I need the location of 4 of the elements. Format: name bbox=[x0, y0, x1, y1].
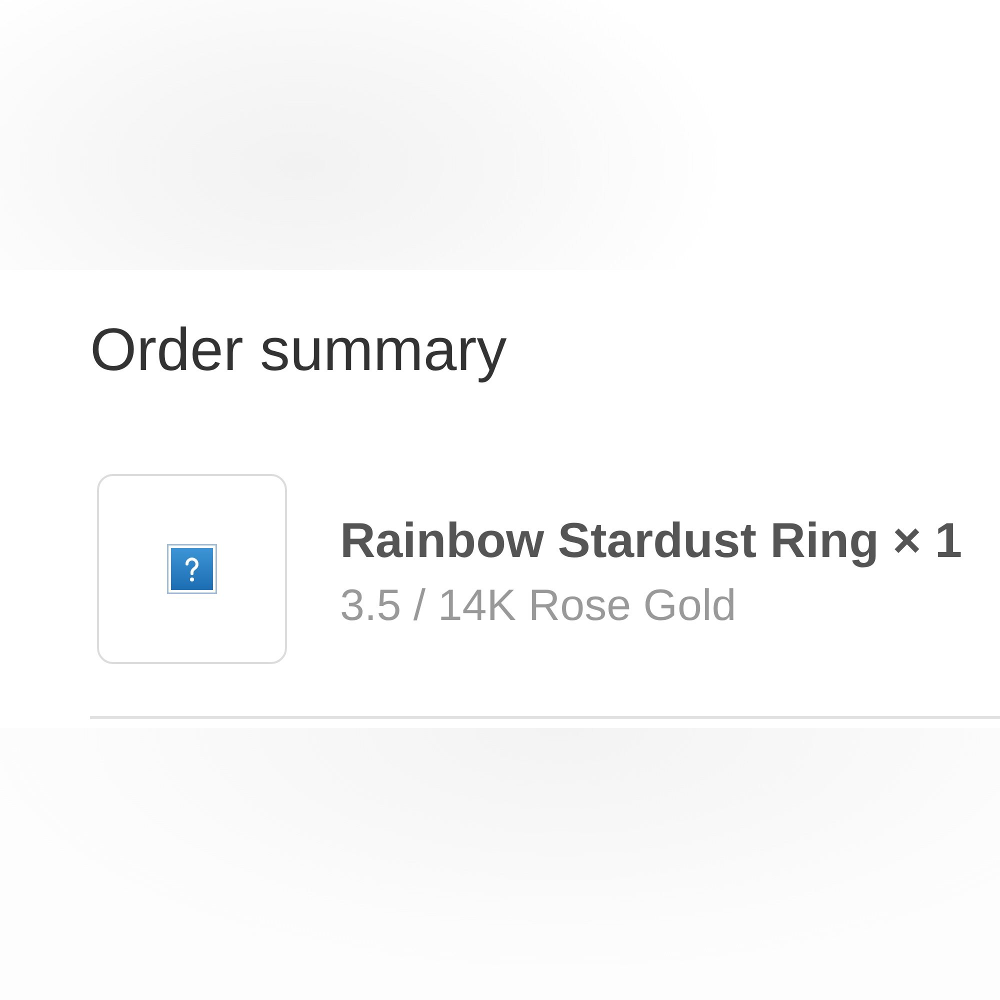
product-variant: 3.5 / 14K Rose Gold bbox=[340, 580, 738, 632]
question-mark-icon bbox=[167, 544, 217, 594]
section-title: Order summary bbox=[90, 315, 508, 384]
product-name: Rainbow Stardust Ring × 1 bbox=[340, 514, 962, 569]
